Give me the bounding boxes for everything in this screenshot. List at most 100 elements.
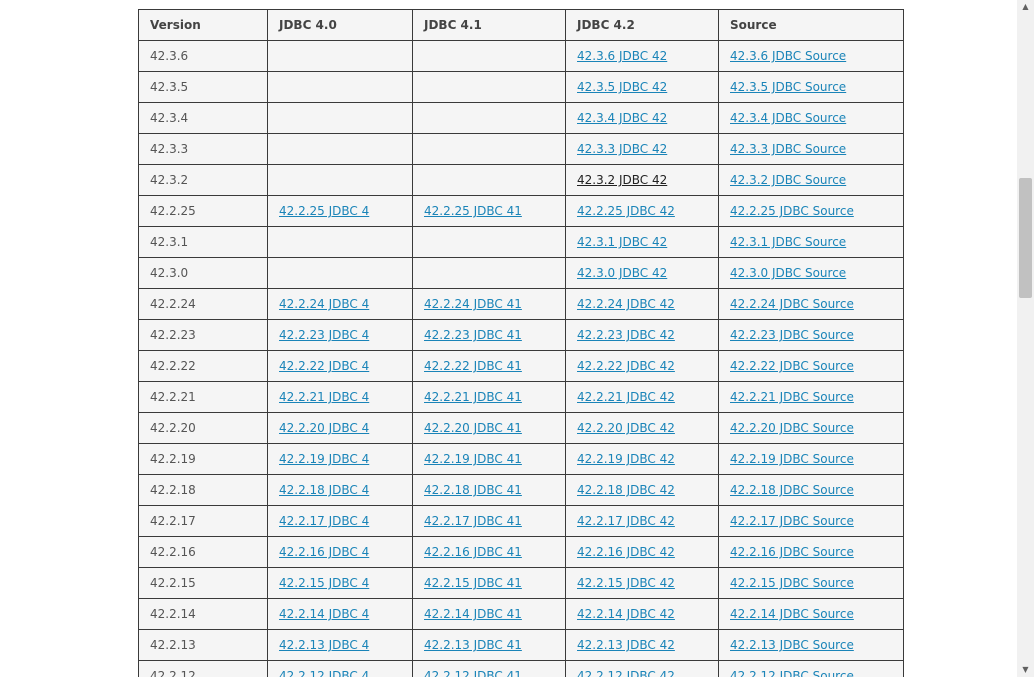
source-link[interactable]: 42.2.23 JDBC Source — [730, 328, 854, 342]
jdbc-40-link[interactable]: 42.2.22 JDBC 4 — [279, 359, 369, 373]
table-cell: 42.3.3 JDBC 42 — [565, 133, 719, 165]
jdbc-40-link[interactable]: 42.2.23 JDBC 4 — [279, 328, 369, 342]
table-cell: 42.2.19 JDBC 41 — [412, 443, 566, 475]
version-cell: 42.2.20 — [150, 421, 196, 435]
jdbc-41-link[interactable]: 42.2.20 JDBC 41 — [424, 421, 522, 435]
table-cell: 42.2.17 JDBC Source — [718, 505, 904, 537]
source-link[interactable]: 42.3.6 JDBC Source — [730, 49, 846, 63]
jdbc-40-link[interactable]: 42.2.14 JDBC 4 — [279, 607, 369, 621]
source-link[interactable]: 42.3.0 JDBC Source — [730, 266, 846, 280]
source-link[interactable]: 42.3.2 JDBC Source — [730, 173, 846, 187]
jdbc-41-link[interactable]: 42.2.23 JDBC 41 — [424, 328, 522, 342]
source-link[interactable]: 42.2.24 JDBC Source — [730, 297, 854, 311]
jdbc-42-link[interactable]: 42.3.0 JDBC 42 — [577, 266, 667, 280]
jdbc-40-link[interactable]: 42.2.24 JDBC 4 — [279, 297, 369, 311]
version-cell: 42.2.18 — [150, 483, 196, 497]
source-link[interactable]: 42.2.20 JDBC Source — [730, 421, 854, 435]
source-link[interactable]: 42.2.18 JDBC Source — [730, 483, 854, 497]
source-link[interactable]: 42.2.17 JDBC Source — [730, 514, 854, 528]
version-cell: 42.3.3 — [150, 142, 189, 156]
source-link[interactable]: 42.2.22 JDBC Source — [730, 359, 854, 373]
table-cell: 42.3.6 — [138, 40, 268, 72]
jdbc-42-link[interactable]: 42.3.3 JDBC 42 — [577, 142, 667, 156]
table-cell: 42.3.3 — [138, 133, 268, 165]
jdbc-40-link[interactable]: 42.2.25 JDBC 4 — [279, 204, 369, 218]
table-cell: 42.2.18 JDBC 4 — [267, 474, 413, 506]
jdbc-42-link[interactable]: 42.2.18 JDBC 42 — [577, 483, 675, 497]
table-cell: 42.2.21 — [138, 381, 268, 413]
jdbc-42-link[interactable]: 42.2.16 JDBC 42 — [577, 545, 675, 559]
jdbc-42-link[interactable]: 42.2.24 JDBC 42 — [577, 297, 675, 311]
jdbc-40-link[interactable]: 42.2.15 JDBC 4 — [279, 576, 369, 590]
jdbc-41-link[interactable]: 42.2.13 JDBC 41 — [424, 638, 522, 652]
table-row: 42.2.14 42.2.14 JDBC 4 42.2.14 JDBC 41 42.2… — [138, 598, 904, 630]
source-link[interactable]: 42.3.3 JDBC Source — [730, 142, 846, 156]
jdbc-41-link[interactable]: 42.2.19 JDBC 41 — [424, 452, 522, 466]
jdbc-41-link[interactable]: 42.2.24 JDBC 41 — [424, 297, 522, 311]
jdbc-41-link[interactable]: 42.2.16 JDBC 41 — [424, 545, 522, 559]
jdbc-42-link[interactable]: 42.2.17 JDBC 42 — [577, 514, 675, 528]
version-cell: 42.2.16 — [150, 545, 196, 559]
table-row: 42.2.19 42.2.19 JDBC 4 42.2.19 JDBC 41 42.2… — [138, 443, 904, 475]
jdbc-42-link[interactable]: 42.2.22 JDBC 42 — [577, 359, 675, 373]
table-cell: 42.3.0 JDBC 42 — [565, 257, 719, 289]
table-cell: 42.3.1 JDBC 42 — [565, 226, 719, 258]
jdbc-41-link[interactable]: 42.2.15 JDBC 41 — [424, 576, 522, 590]
jdbc-40-link[interactable]: 42.2.18 JDBC 4 — [279, 483, 369, 497]
jdbc-40-link[interactable]: 42.2.20 JDBC 4 — [279, 421, 369, 435]
jdbc-42-link[interactable]: 42.3.5 JDBC 42 — [577, 80, 667, 94]
table-cell: 42.2.12 JDBC 42 — [565, 660, 719, 677]
source-link[interactable]: 42.2.21 JDBC Source — [730, 390, 854, 404]
jdbc-41-link[interactable]: 42.2.12 JDBC 41 — [424, 669, 522, 677]
jdbc-42-link[interactable]: 42.2.13 JDBC 42 — [577, 638, 675, 652]
table-cell: 42.2.13 JDBC 4 — [267, 629, 413, 661]
jdbc-42-link[interactable]: 42.3.2 JDBC 42 — [577, 173, 667, 187]
jdbc-42-link[interactable]: 42.3.6 JDBC 42 — [577, 49, 667, 63]
jdbc-42-link[interactable]: 42.2.20 JDBC 42 — [577, 421, 675, 435]
table-cell — [412, 257, 566, 289]
jdbc-42-link[interactable]: 42.2.15 JDBC 42 — [577, 576, 675, 590]
jdbc-42-link[interactable]: 42.3.1 JDBC 42 — [577, 235, 667, 249]
jdbc-40-link[interactable]: 42.2.21 JDBC 4 — [279, 390, 369, 404]
jdbc-40-link[interactable]: 42.2.19 JDBC 4 — [279, 452, 369, 466]
source-link[interactable]: 42.2.15 JDBC Source — [730, 576, 854, 590]
jdbc-41-link[interactable]: 42.2.21 JDBC 41 — [424, 390, 522, 404]
source-link[interactable]: 42.2.19 JDBC Source — [730, 452, 854, 466]
vertical-scrollbar[interactable]: ▲ ▼ — [1017, 0, 1034, 677]
jdbc-40-link[interactable]: 42.2.16 JDBC 4 — [279, 545, 369, 559]
jdbc-42-link[interactable]: 42.2.12 JDBC 42 — [577, 669, 675, 677]
source-link[interactable]: 42.3.4 JDBC Source — [730, 111, 846, 125]
header-jdbc-41: JDBC 4.1 — [412, 9, 566, 41]
jdbc-41-link[interactable]: 42.2.14 JDBC 41 — [424, 607, 522, 621]
table-cell: 42.2.23 JDBC 42 — [565, 319, 719, 351]
jdbc-41-link[interactable]: 42.2.25 JDBC 41 — [424, 204, 522, 218]
scrollbar-thumb[interactable] — [1019, 178, 1032, 298]
source-link[interactable]: 42.3.5 JDBC Source — [730, 80, 846, 94]
jdbc-41-link[interactable]: 42.2.22 JDBC 41 — [424, 359, 522, 373]
jdbc-42-link[interactable]: 42.3.4 JDBC 42 — [577, 111, 667, 125]
jdbc-40-link[interactable]: 42.2.17 JDBC 4 — [279, 514, 369, 528]
jdbc-41-link[interactable]: 42.2.17 JDBC 41 — [424, 514, 522, 528]
scroll-up-arrow-icon[interactable]: ▲ — [1017, 0, 1034, 14]
source-link[interactable]: 42.2.12 JDBC Source — [730, 669, 854, 677]
jdbc-42-link[interactable]: 42.2.14 JDBC 42 — [577, 607, 675, 621]
jdbc-42-link[interactable]: 42.2.25 JDBC 42 — [577, 204, 675, 218]
source-link[interactable]: 42.2.13 JDBC Source — [730, 638, 854, 652]
source-link[interactable]: 42.2.25 JDBC Source — [730, 204, 854, 218]
table-row: 42.3.5 42.3.5 JDBC 42 42.3.5 JDBC Source — [138, 71, 904, 103]
jdbc-42-link[interactable]: 42.2.21 JDBC 42 — [577, 390, 675, 404]
jdbc-42-link[interactable]: 42.2.19 JDBC 42 — [577, 452, 675, 466]
source-link[interactable]: 42.2.16 JDBC Source — [730, 545, 854, 559]
table-cell: 42.2.15 JDBC Source — [718, 567, 904, 599]
jdbc-40-link[interactable]: 42.2.12 JDBC 4 — [279, 669, 369, 677]
jdbc-41-link[interactable]: 42.2.18 JDBC 41 — [424, 483, 522, 497]
jdbc-42-link[interactable]: 42.2.23 JDBC 42 — [577, 328, 675, 342]
header-jdbc-42: JDBC 4.2 — [565, 9, 719, 41]
source-link[interactable]: 42.2.14 JDBC Source — [730, 607, 854, 621]
scroll-down-arrow-icon[interactable]: ▼ — [1017, 663, 1034, 677]
table-row: 42.2.15 42.2.15 JDBC 4 42.2.15 JDBC 41 42.2… — [138, 567, 904, 599]
source-link[interactable]: 42.3.1 JDBC Source — [730, 235, 846, 249]
table-row: 42.2.17 42.2.17 JDBC 4 42.2.17 JDBC 41 42.2… — [138, 505, 904, 537]
jdbc-40-link[interactable]: 42.2.13 JDBC 4 — [279, 638, 369, 652]
header-version: Version — [138, 9, 268, 41]
